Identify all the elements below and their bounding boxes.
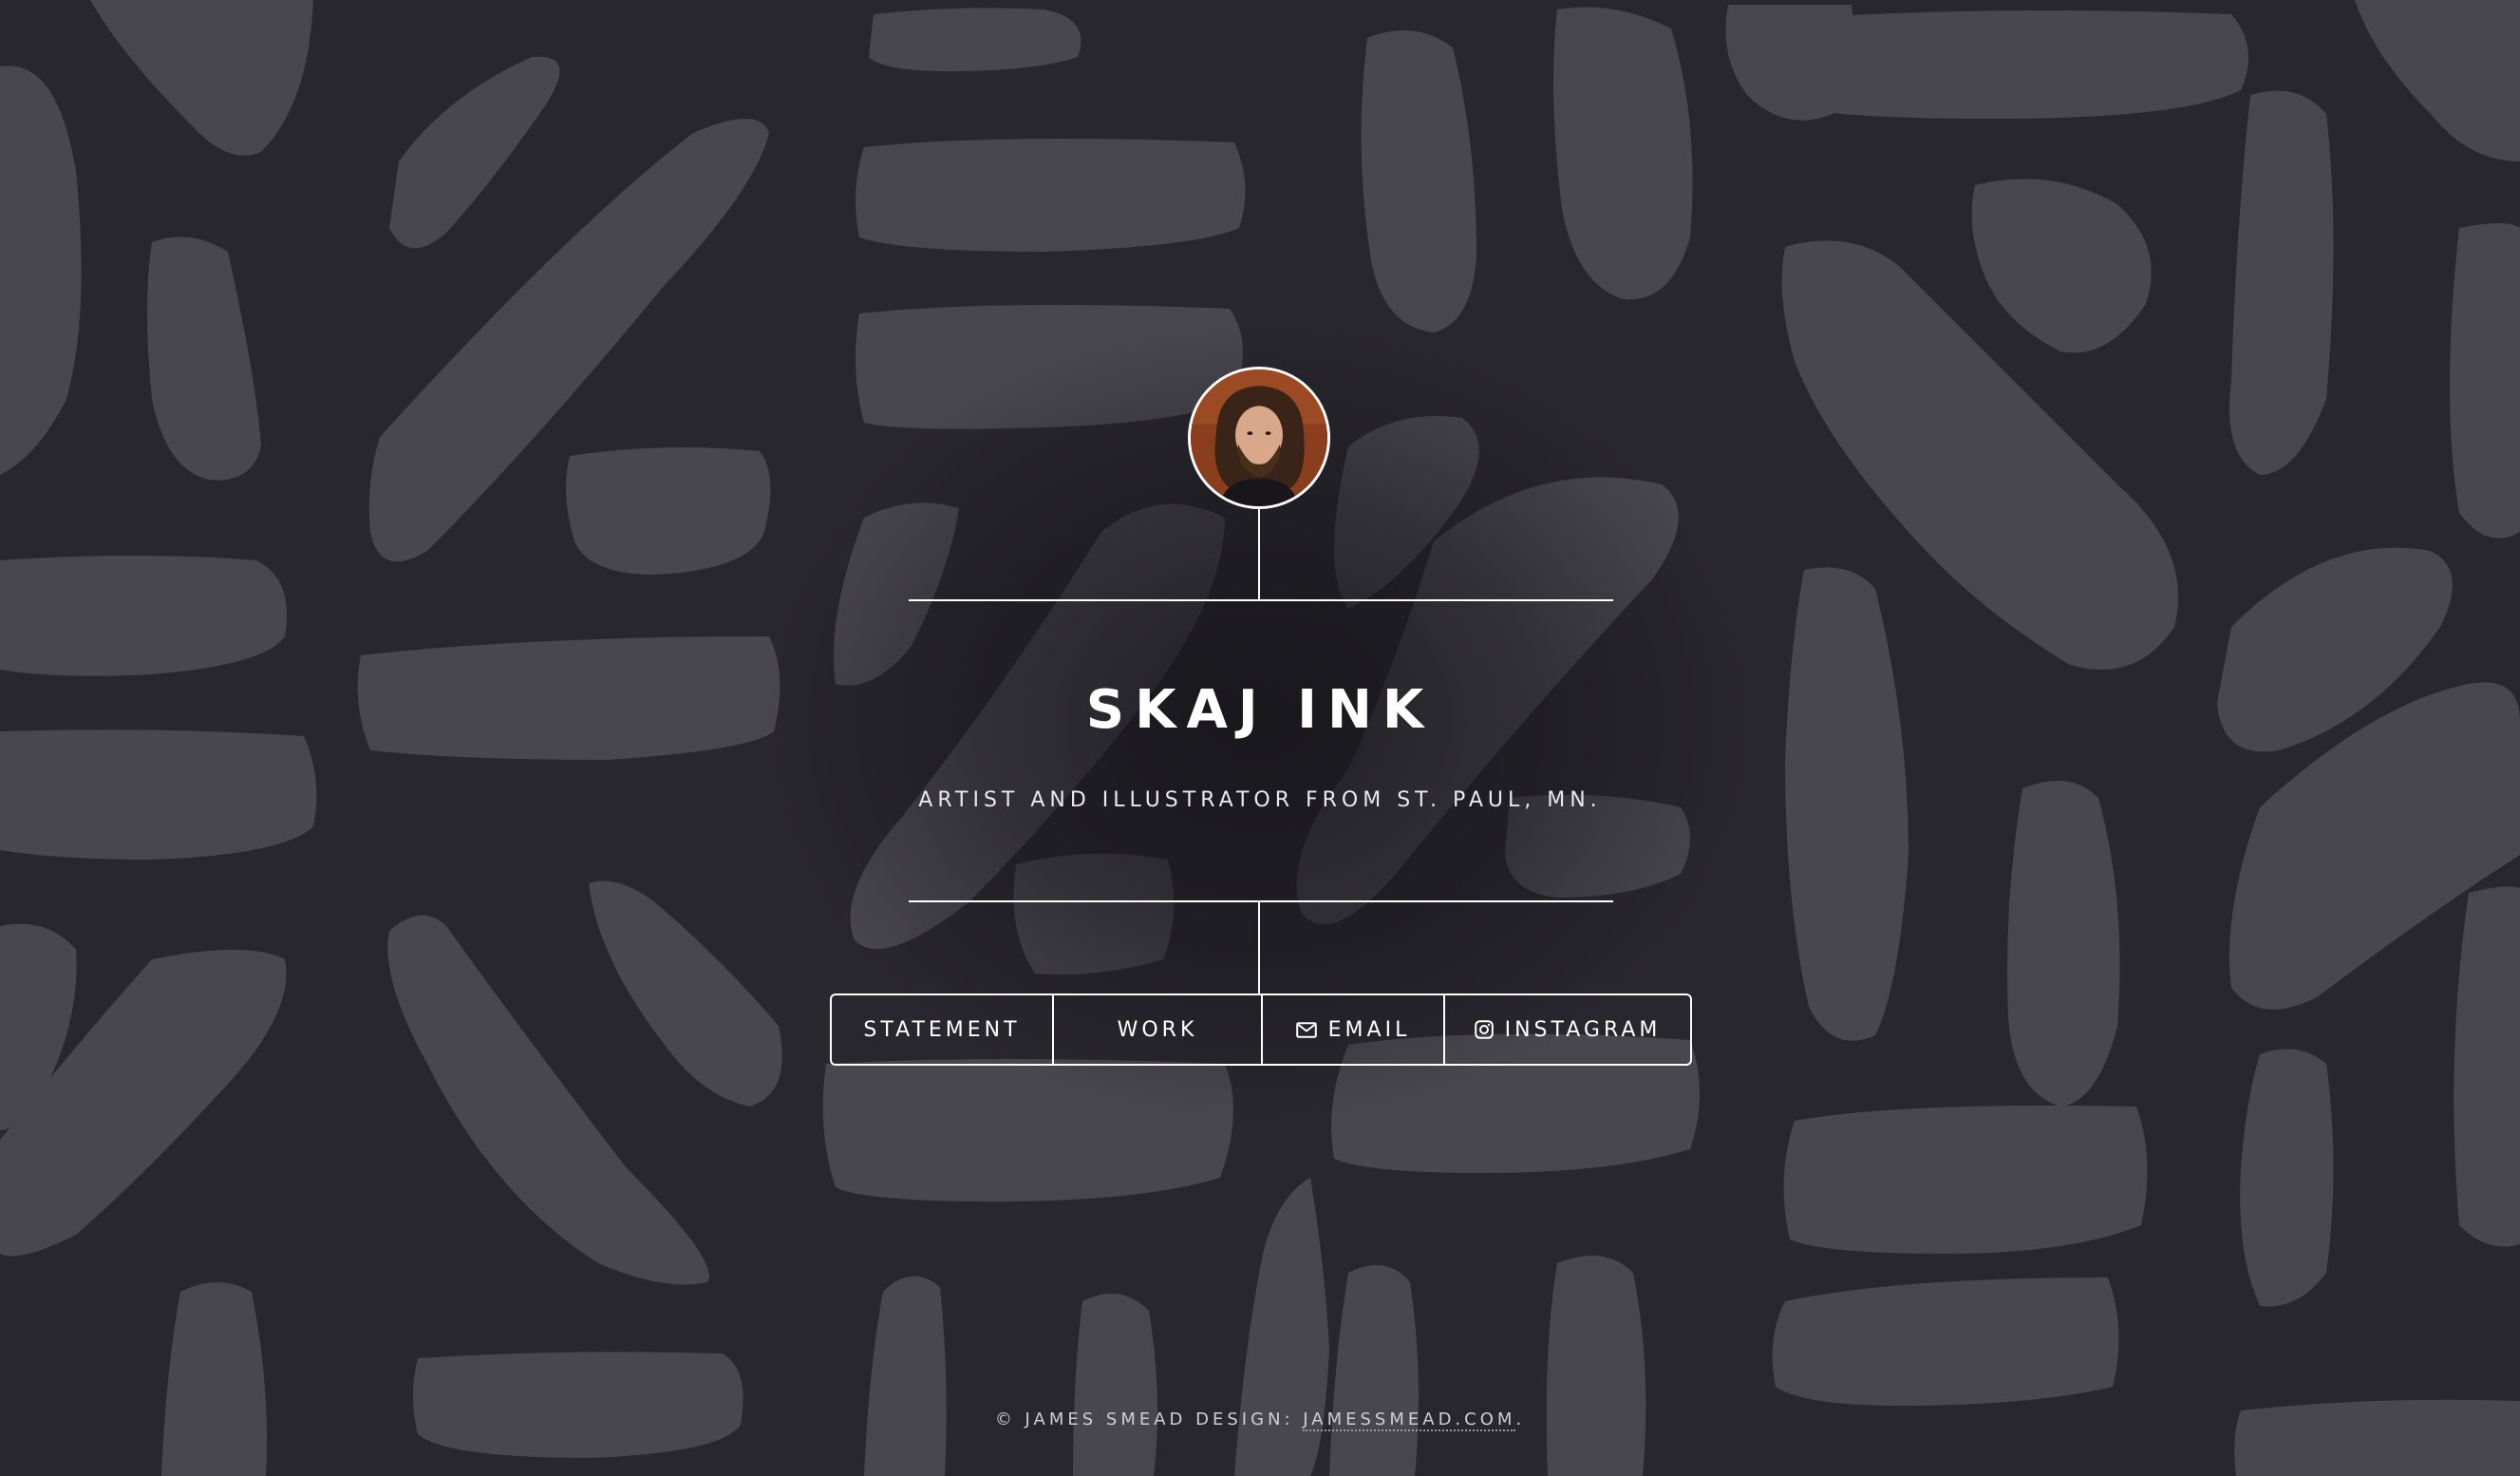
profile-avatar [1188,367,1330,509]
footer-credit: © JAMES SMEAD DESIGN: JAMESSMEAD.COM. [785,1410,1735,1431]
footer-link[interactable]: JAMESSMEAD.COM [1303,1410,1516,1431]
envelope-icon [1295,1021,1317,1038]
page: SKAJ INK ARTIST AND ILLUSTRATOR FROM ST.… [0,0,2520,1476]
instagram-icon [1474,1020,1494,1039]
nav-statement-label: STATEMENT [863,1017,1021,1042]
divider-top [909,599,1613,601]
nav-instagram-link[interactable]: INSTAGRAM [1443,995,1690,1064]
divider-bottom [909,900,1613,902]
nav-work-link[interactable]: WORK [1052,995,1261,1064]
site-tagline: ARTIST AND ILLUSTRATOR FROM ST. PAUL, MN… [918,788,1602,812]
footer-suffix: . [1515,1410,1526,1429]
connector-line-bottom [1258,901,1260,994]
nav-email-label: EMAIL [1327,1017,1411,1042]
nav-instagram-label: INSTAGRAM [1504,1017,1662,1042]
footer-prefix: © JAMES SMEAD DESIGN: [994,1410,1304,1429]
nav-statement-link[interactable]: STATEMENT [832,995,1052,1064]
nav-email-link[interactable]: EMAIL [1261,995,1443,1064]
connector-line-top [1258,509,1260,600]
nav-work-label: WORK [1117,1017,1198,1042]
main-nav: STATEMENT WORK EMAIL INSTAGRAM [830,993,1692,1066]
site-title: SKAJ INK [1085,679,1435,741]
